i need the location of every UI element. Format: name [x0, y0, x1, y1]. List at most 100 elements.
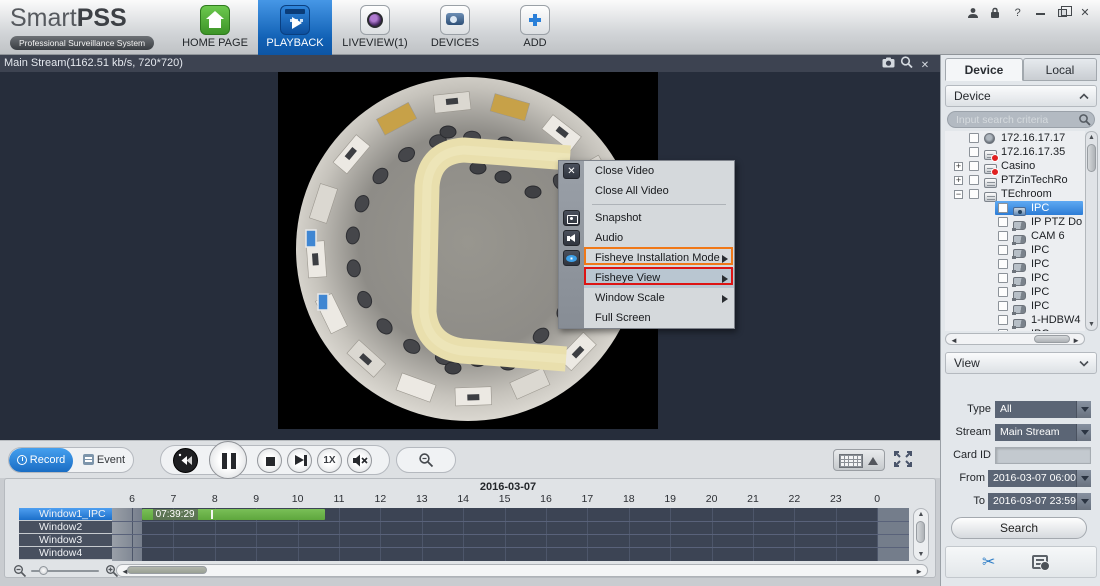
event-toggle-button[interactable]: Event	[73, 448, 134, 473]
tree-item-ipc[interactable]: IPC	[945, 285, 1085, 299]
device-checkbox[interactable]	[998, 245, 1008, 255]
user-icon[interactable]	[964, 6, 982, 20]
tree-item-ipc[interactable]: IPC	[945, 299, 1085, 313]
menu-item-window-scale[interactable]: Window Scale	[584, 288, 734, 308]
dropdown-arrow-icon[interactable]	[1076, 401, 1091, 418]
device-checkbox[interactable]	[998, 231, 1008, 241]
window-label-window2[interactable]: Window2	[19, 521, 112, 534]
snapshot-icon[interactable]	[882, 57, 896, 71]
scroll-down-icon[interactable]: ▼	[914, 551, 928, 558]
device-checkbox[interactable]	[998, 315, 1008, 325]
zoom-out-icon[interactable]	[13, 564, 27, 578]
view-section-header[interactable]: View	[945, 352, 1097, 374]
dropdown-arrow-icon[interactable]	[1076, 493, 1091, 510]
window-split-button[interactable]	[833, 449, 885, 471]
expand-icon[interactable]: +	[954, 176, 963, 185]
record-toggle-button[interactable]: Record	[9, 448, 73, 473]
playback-speed-button[interactable]: 1X	[317, 448, 342, 473]
device-section-header[interactable]: Device	[945, 85, 1097, 107]
scroll-down-icon[interactable]: ▼	[1086, 321, 1097, 328]
device-checkbox[interactable]	[998, 273, 1008, 283]
tab-liveview[interactable]: LIVEVIEW(1)	[338, 0, 412, 55]
search-icon[interactable]	[1078, 113, 1091, 131]
mute-button[interactable]	[347, 448, 372, 473]
device-checkbox[interactable]	[998, 287, 1008, 297]
type-dropdown[interactable]: All	[995, 401, 1091, 418]
search-input[interactable]	[956, 113, 1074, 126]
close-video-icon[interactable]: ✕	[918, 59, 932, 73]
export-record-icon[interactable]	[1032, 555, 1048, 569]
scrollbar-thumb[interactable]	[127, 566, 207, 574]
tab-devices[interactable]: DEVICES	[418, 0, 492, 55]
dropdown-arrow-icon[interactable]	[1076, 470, 1091, 487]
tree-item-172-16-17-17[interactable]: 172.16.17.17	[945, 131, 1085, 145]
tree-item-ip-ptz-do[interactable]: IP PTZ Do	[945, 215, 1085, 229]
scroll-right-icon[interactable]: ►	[915, 567, 923, 576]
tab-add[interactable]: ADD	[498, 0, 572, 55]
tree-item-casino[interactable]: +Casino	[945, 159, 1085, 173]
close-button[interactable]: ✕	[1076, 6, 1094, 20]
scroll-up-icon[interactable]: ▲	[914, 511, 928, 518]
device-checkbox[interactable]	[998, 301, 1008, 311]
scroll-right-icon[interactable]: ►	[1072, 336, 1080, 345]
slider-thumb[interactable]	[39, 566, 48, 575]
device-checkbox[interactable]	[969, 147, 979, 157]
card-id-input[interactable]	[995, 447, 1091, 464]
scroll-up-icon[interactable]: ▲	[1086, 134, 1097, 141]
playhead-cursor[interactable]	[211, 510, 213, 519]
stream-dropdown[interactable]: Main Stream	[995, 424, 1091, 441]
scrollbar-thumb[interactable]	[1034, 335, 1070, 343]
tree-item-ipc[interactable]: IPC	[945, 271, 1085, 285]
tree-item-172-16-17-35[interactable]: 172.16.17.35	[945, 145, 1085, 159]
pause-button[interactable]	[209, 441, 247, 479]
timeline-zoom-slider[interactable]	[31, 570, 99, 572]
timeline-vertical-scrollbar[interactable]: ▲ ▼	[913, 508, 929, 561]
scrollbar-thumb[interactable]	[1087, 144, 1096, 172]
collapse-icon[interactable]: −	[954, 190, 963, 199]
device-checkbox[interactable]	[969, 175, 979, 185]
tab-playback[interactable]: PLAYBACK	[258, 0, 332, 55]
device-checkbox[interactable]	[969, 189, 979, 199]
menu-item-fisheye-installation-mode[interactable]: Fisheye Installation Mode	[584, 248, 734, 268]
menu-item-snapshot[interactable]: Snapshot	[584, 208, 734, 228]
menu-item-fisheye-view[interactable]: Fisheye View	[584, 268, 734, 288]
stop-button[interactable]	[257, 448, 282, 473]
tab-device[interactable]: Device	[945, 58, 1023, 81]
device-checkbox[interactable]	[998, 259, 1008, 269]
tree-item-techroom[interactable]: −TEchroom	[945, 187, 1085, 201]
device-checkbox[interactable]	[969, 161, 979, 171]
clip-scissors-icon[interactable]: ✂	[982, 552, 995, 572]
tree-item-ipc[interactable]: IPC	[945, 201, 1085, 215]
device-checkbox[interactable]	[969, 133, 979, 143]
help-button[interactable]: ?	[1009, 6, 1027, 20]
window-label-window3[interactable]: Window3	[19, 534, 112, 547]
tab-home-page[interactable]: HOME PAGE	[178, 0, 252, 55]
tree-item-ptzintechro[interactable]: +PTZinTechRo	[945, 173, 1085, 187]
tree-item-ipc[interactable]: IPC	[945, 243, 1085, 257]
device-checkbox[interactable]	[998, 329, 1008, 331]
restore-button[interactable]	[1054, 6, 1072, 21]
dropdown-arrow-icon[interactable]	[1076, 424, 1091, 441]
scrollbar-thumb[interactable]	[916, 521, 925, 543]
menu-item-full-screen[interactable]: Full Screen	[584, 308, 734, 328]
expand-icon[interactable]: +	[954, 162, 963, 171]
scroll-left-icon[interactable]: ◄	[950, 336, 958, 345]
tree-item-ipc[interactable]: IPC	[945, 257, 1085, 271]
fullscreen-button[interactable]	[893, 450, 913, 473]
window-label-window4[interactable]: Window4	[19, 547, 112, 560]
timeline-track[interactable]: 07:39:29	[112, 508, 909, 561]
device-checkbox[interactable]	[998, 203, 1008, 213]
reverse-play-button[interactable]	[173, 448, 198, 473]
device-checkbox[interactable]	[998, 217, 1008, 227]
menu-item-audio[interactable]: Audio	[584, 228, 734, 248]
to-datetime-picker[interactable]: 2016-03-07 23:59:59	[988, 493, 1091, 510]
timeline-horizontal-scrollbar[interactable]: ◄ ►	[116, 564, 928, 577]
menu-item-close-video[interactable]: Close Video	[584, 161, 734, 181]
minimize-button[interactable]	[1031, 6, 1049, 20]
window-label-window1-ipc[interactable]: Window1_IPC	[19, 508, 112, 521]
menu-item-close-all-video[interactable]: Close All Video	[584, 181, 734, 201]
tree-item-ipc[interactable]: IPC	[945, 327, 1085, 331]
digital-zoom-icon[interactable]	[900, 56, 914, 70]
lock-icon[interactable]	[986, 6, 1004, 20]
tree-vertical-scrollbar[interactable]: ▲ ▼	[1085, 131, 1098, 331]
